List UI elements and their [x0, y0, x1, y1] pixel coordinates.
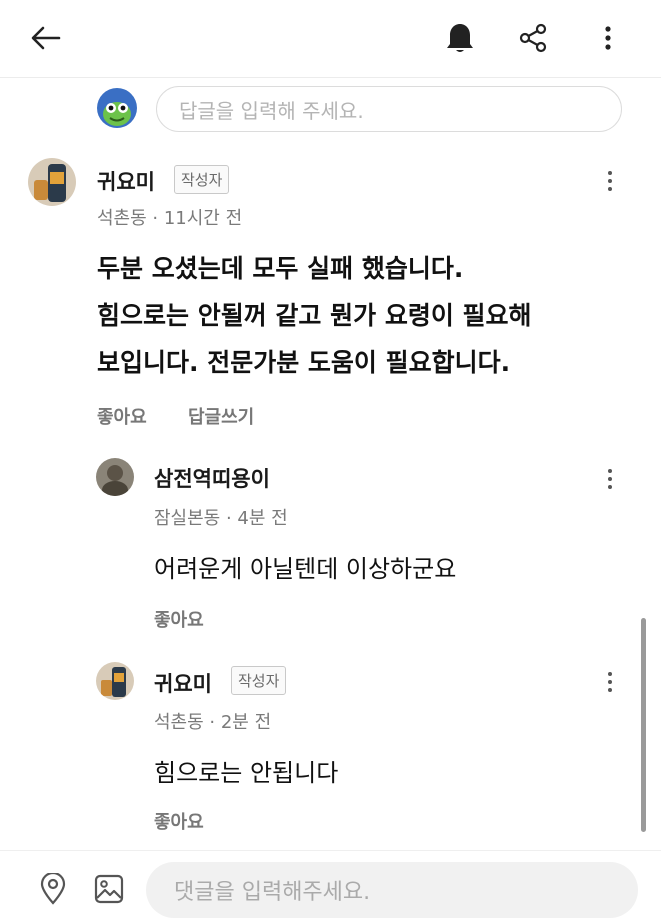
author-avatar[interactable]: [28, 158, 76, 206]
comment-author[interactable]: 귀요미: [154, 668, 212, 698]
comment-meta: 석촌동 · 11시간 전: [97, 208, 243, 229]
comment-input-placeholder: 댓글을 입력해주세요.: [174, 880, 371, 905]
reply-input[interactable]: 답글을 입력해 주세요.: [156, 86, 622, 132]
back-arrow-icon[interactable]: [26, 18, 66, 58]
comment-more-icon[interactable]: [598, 163, 622, 199]
share-icon[interactable]: [513, 18, 553, 58]
reply-button[interactable]: 답글쓰기: [188, 403, 254, 429]
my-avatar: [97, 88, 137, 128]
comment-input[interactable]: 댓글을 입력해주세요.: [146, 862, 638, 918]
image-icon[interactable]: [92, 872, 126, 906]
top-bar: [0, 0, 661, 78]
comment-text: 어려운게 아닐텐데 이상하군요: [154, 555, 457, 583]
like-button[interactable]: 좋아요: [97, 403, 147, 429]
comment-meta: 석촌동 · 2분 전: [154, 712, 272, 733]
bell-icon[interactable]: [440, 18, 480, 58]
author-avatar[interactable]: [96, 662, 134, 700]
author-badge: 작성자: [174, 165, 230, 194]
location-pin-icon[interactable]: [36, 872, 70, 906]
more-vertical-icon[interactable]: [588, 18, 628, 58]
comment-text-line-2: 힘으로는 안될꺼 같고 뭔가 요령이 필요해: [97, 301, 532, 330]
like-button[interactable]: 좋아요: [154, 606, 204, 632]
like-button[interactable]: 좋아요: [154, 808, 204, 834]
comment-text-line-1: 두분 오셨는데 모두 실패 했습니다.: [97, 254, 464, 283]
comment-author[interactable]: 귀요미: [97, 166, 155, 196]
commenter-avatar[interactable]: [96, 458, 134, 496]
comment-text: 힘으로는 안됩니다: [154, 759, 339, 787]
comment-more-icon[interactable]: [598, 664, 622, 700]
reply-input-placeholder: 답글을 입력해 주세요.: [179, 98, 364, 123]
comment-author[interactable]: 삼전역띠용이: [154, 463, 270, 493]
comment-more-icon[interactable]: [598, 461, 622, 497]
author-badge: 작성자: [231, 666, 287, 695]
comment-meta: 잠실본동 · 4분 전: [154, 508, 288, 529]
scrollbar[interactable]: [641, 618, 646, 832]
comment-text-line-3: 보입니다. 전문가분 도움이 필요합니다.: [97, 348, 511, 377]
